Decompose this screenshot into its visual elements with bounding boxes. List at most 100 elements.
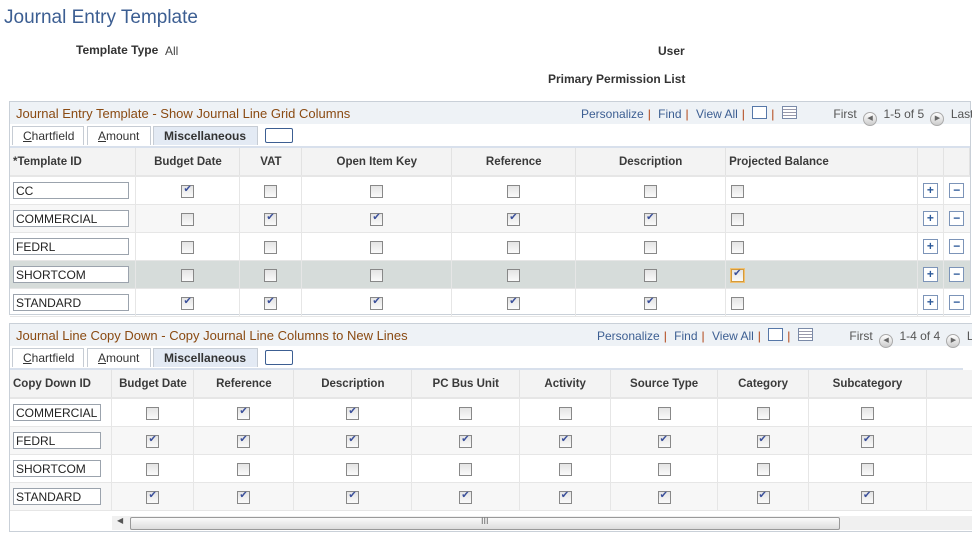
template-id-input[interactable]: SHORTCOM — [13, 266, 129, 283]
checkbox-vat[interactable] — [264, 296, 278, 310]
checkbox-vat[interactable] — [264, 184, 278, 198]
checkbox-vat[interactable] — [264, 240, 278, 254]
checkbox-open-item-key[interactable] — [370, 184, 384, 198]
copy-down-id-input[interactable]: FEDRL — [13, 432, 101, 449]
checkbox-reference[interactable] — [237, 406, 251, 420]
tab-chartfield[interactable]: Chartfield — [12, 348, 84, 367]
delete-row-button[interactable]: − — [949, 211, 965, 227]
template-id-input[interactable]: CC — [13, 182, 129, 199]
checkbox-open-item-key[interactable] — [370, 268, 384, 282]
checkbox-vat[interactable] — [264, 212, 278, 226]
scrollbar-thumb[interactable]: III — [130, 516, 840, 530]
tab-miscellaneous[interactable]: Miscellaneous — [153, 348, 258, 367]
view-all-link[interactable]: View All — [712, 329, 754, 343]
checkbox-pc-bus-unit[interactable] — [459, 434, 473, 448]
personalize-link[interactable]: Personalize — [597, 329, 660, 343]
last-link[interactable]: Last — [951, 107, 972, 121]
checkbox-projected-balance[interactable] — [731, 268, 745, 282]
checkbox-description[interactable] — [644, 240, 658, 254]
tab-miscellaneous[interactable]: Miscellaneous — [153, 126, 258, 145]
checkbox-description[interactable] — [644, 212, 658, 226]
show-all-columns-icon[interactable] — [265, 128, 293, 143]
checkbox-description[interactable] — [644, 184, 658, 198]
first-link[interactable]: First — [833, 107, 856, 121]
checkbox-subcategory[interactable] — [861, 434, 874, 448]
scroll-left-arrow-icon[interactable]: ◀ — [117, 516, 123, 525]
add-row-button[interactable]: + — [922, 183, 938, 199]
checkbox-activity[interactable] — [558, 434, 572, 448]
checkbox-description[interactable] — [346, 490, 360, 504]
add-row-button[interactable]: + — [922, 295, 938, 311]
delete-row-button[interactable]: − — [949, 267, 965, 283]
checkbox-reference[interactable] — [237, 490, 251, 504]
checkbox-reference[interactable] — [237, 462, 251, 476]
new-window-icon[interactable] — [752, 106, 768, 119]
checkbox-projected-balance[interactable] — [731, 296, 745, 310]
copy-down-id-input[interactable]: COMMERCIAL — [13, 404, 101, 421]
checkbox-subcategory[interactable] — [861, 490, 874, 504]
delete-row-button[interactable]: − — [949, 183, 965, 199]
checkbox-category[interactable] — [756, 406, 770, 420]
checkbox-reference[interactable] — [507, 268, 521, 282]
template-id-input[interactable]: FEDRL — [13, 238, 129, 255]
checkbox-description[interactable] — [346, 462, 360, 476]
horizontal-scrollbar[interactable]: ◀ III — [112, 516, 972, 530]
template-id-input[interactable]: STANDARD — [13, 294, 129, 311]
tab-amount[interactable]: Amount — [87, 126, 151, 145]
checkbox-budget-date[interactable] — [146, 434, 160, 448]
new-window-icon[interactable] — [768, 328, 784, 341]
checkbox-category[interactable] — [756, 490, 770, 504]
tab-amount[interactable]: Amount — [87, 348, 151, 367]
checkbox-budget-date[interactable] — [181, 268, 195, 282]
checkbox-budget-date[interactable] — [181, 240, 195, 254]
delete-row-button[interactable]: − — [949, 295, 965, 311]
checkbox-reference[interactable] — [507, 184, 521, 198]
download-spreadsheet-icon[interactable] — [781, 106, 797, 119]
checkbox-budget-date[interactable] — [181, 212, 195, 226]
checkbox-pc-bus-unit[interactable] — [459, 406, 473, 420]
copy-down-id-input[interactable]: STANDARD — [13, 488, 101, 505]
checkbox-budget-date[interactable] — [146, 490, 160, 504]
checkbox-budget-date[interactable] — [146, 406, 160, 420]
checkbox-description[interactable] — [346, 434, 360, 448]
find-link[interactable]: Find — [658, 107, 681, 121]
checkbox-budget-date[interactable] — [146, 462, 160, 476]
checkbox-activity[interactable] — [558, 406, 572, 420]
checkbox-projected-balance[interactable] — [731, 212, 745, 226]
checkbox-budget-date[interactable] — [181, 296, 195, 310]
checkbox-activity[interactable] — [558, 490, 572, 504]
tab-chartfield[interactable]: Chartfield — [12, 126, 84, 145]
delete-row-button[interactable]: − — [949, 239, 965, 255]
checkbox-pc-bus-unit[interactable] — [459, 462, 473, 476]
checkbox-projected-balance[interactable] — [731, 240, 745, 254]
checkbox-description[interactable] — [346, 406, 360, 420]
checkbox-activity[interactable] — [558, 462, 572, 476]
checkbox-source-type[interactable] — [657, 490, 671, 504]
checkbox-subcategory[interactable] — [861, 406, 874, 420]
checkbox-pc-bus-unit[interactable] — [459, 490, 473, 504]
show-all-columns-icon[interactable] — [265, 350, 293, 365]
checkbox-description[interactable] — [644, 296, 658, 310]
download-spreadsheet-icon[interactable] — [797, 328, 813, 341]
checkbox-category[interactable] — [756, 462, 770, 476]
checkbox-open-item-key[interactable] — [370, 240, 384, 254]
add-row-button[interactable]: + — [922, 211, 938, 227]
first-link[interactable]: First — [849, 329, 872, 343]
checkbox-description[interactable] — [644, 268, 658, 282]
checkbox-source-type[interactable] — [657, 462, 671, 476]
find-link[interactable]: Find — [674, 329, 697, 343]
checkbox-open-item-key[interactable] — [370, 296, 384, 310]
checkbox-category[interactable] — [756, 434, 770, 448]
checkbox-reference[interactable] — [507, 212, 521, 226]
checkbox-source-type[interactable] — [657, 434, 671, 448]
last-link[interactable]: Last — [967, 329, 972, 343]
checkbox-vat[interactable] — [264, 268, 278, 282]
checkbox-reference[interactable] — [507, 240, 521, 254]
view-all-link[interactable]: View All — [696, 107, 738, 121]
checkbox-subcategory[interactable] — [861, 462, 874, 476]
checkbox-source-type[interactable] — [657, 406, 671, 420]
checkbox-reference[interactable] — [507, 296, 521, 310]
add-row-button[interactable]: + — [922, 267, 938, 283]
checkbox-projected-balance[interactable] — [731, 184, 745, 198]
checkbox-open-item-key[interactable] — [370, 212, 384, 226]
